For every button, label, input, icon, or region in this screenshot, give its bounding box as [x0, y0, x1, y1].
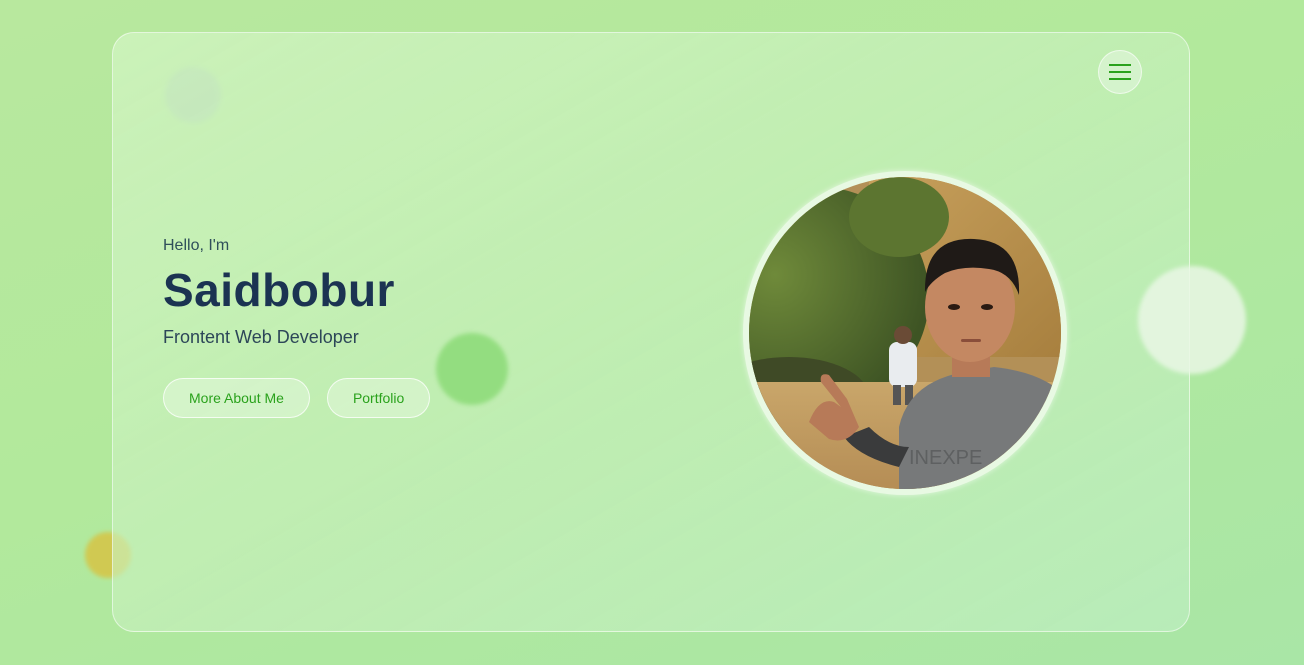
- hero-card: Hello, I'm Saidbobur Frontent Web Develo…: [112, 32, 1190, 632]
- portfolio-button[interactable]: Portfolio: [326, 378, 431, 418]
- hero-buttons: More About Me Portfolio: [163, 378, 431, 418]
- svg-text:INEXPE: INEXPE: [909, 447, 982, 469]
- greeting-text: Hello, I'm: [163, 237, 230, 254]
- hamburger-menu-icon: [1109, 64, 1131, 80]
- more-about-me-button[interactable]: More About Me: [163, 378, 310, 418]
- hero-name: Saidbobur: [163, 264, 395, 316]
- profile-photo-illustration: INEXPE: [749, 177, 1061, 489]
- hero-role: Frontent Web Developer: [163, 327, 359, 347]
- decorative-blob-green: [436, 333, 508, 405]
- intro-section: Hello, I'm Saidbobur Frontent Web Develo…: [163, 236, 431, 418]
- profile-photo-frame: INEXPE: [743, 171, 1067, 495]
- menu-button[interactable]: [1098, 50, 1142, 94]
- profile-photo: INEXPE: [749, 177, 1061, 489]
- decorative-blob-white: [1138, 266, 1246, 374]
